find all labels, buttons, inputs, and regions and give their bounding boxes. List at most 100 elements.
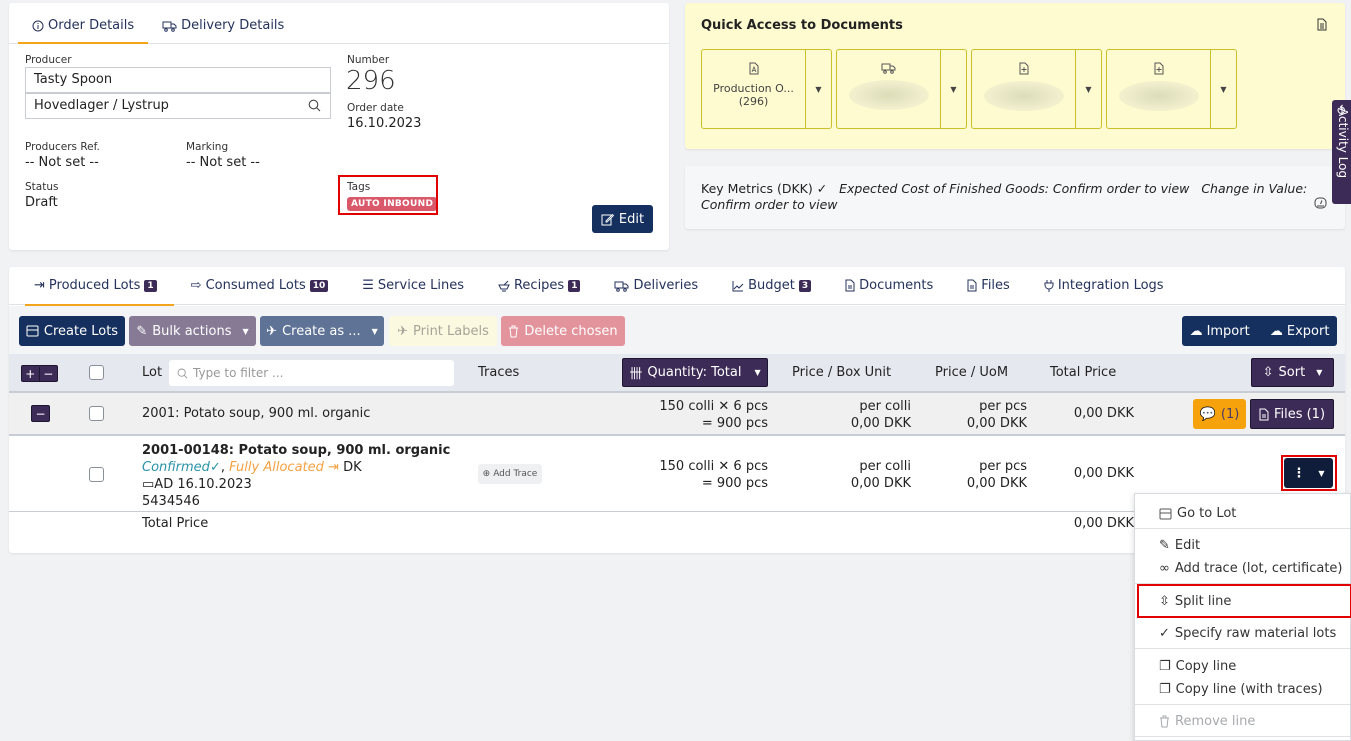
row-price-box: per colli 0,00 DKK: [789, 458, 911, 492]
bulk-actions-button[interactable]: ✎ Bulk actions ▼: [129, 316, 256, 346]
comments-button[interactable]: 💬 (1): [1193, 399, 1246, 429]
quick-access-tile[interactable]: ▼: [836, 49, 967, 129]
print-labels-button[interactable]: ✈ Print Labels: [389, 316, 497, 346]
search-icon[interactable]: [308, 99, 321, 112]
producer-label: Producer: [25, 54, 72, 66]
tab-documents[interactable]: Documents: [828, 267, 950, 305]
price-box-unit: per colli: [859, 459, 911, 474]
quick-access-tile-main[interactable]: Production O... (296): [702, 50, 806, 128]
create-lots-button[interactable]: Create Lots: [19, 316, 125, 346]
group-title: 2001: Potato soup, 900 ml. organic: [142, 406, 371, 421]
activity-log-text: Activity Log: [1336, 108, 1350, 179]
file-icon: [1259, 408, 1269, 421]
group-checkbox[interactable]: [89, 406, 104, 421]
country: DK: [343, 460, 362, 475]
quantity-total-dropdown[interactable]: 卌 Quantity: Total ▼: [622, 358, 768, 387]
price-box-unit: per colli: [859, 399, 911, 414]
delete-chosen-button[interactable]: Delete chosen: [501, 316, 625, 346]
group-price-uom: per pcs 0,00 DKK: [929, 398, 1027, 432]
bulk-actions-label: Bulk actions: [152, 323, 232, 339]
export-label: Export: [1286, 323, 1330, 339]
group-total: 0,00 DKK: [1073, 406, 1134, 421]
blurred-label: [1118, 81, 1199, 111]
document-icon[interactable]: [1317, 18, 1327, 31]
copy-icon: ❐: [1159, 682, 1171, 697]
select-all-checkbox[interactable]: [89, 365, 104, 380]
tab-budget[interactable]: Budget 3: [715, 267, 828, 305]
quick-access-dropdown[interactable]: ▼: [1211, 50, 1236, 128]
quick-access-tile-main[interactable]: [1107, 50, 1211, 128]
menu-item-specify-raw-material-lots[interactable]: ✓ Specify raw material lots: [1159, 626, 1336, 641]
tab-order-details[interactable]: Order Details: [18, 18, 149, 44]
marking-value: -- Not set --: [186, 155, 260, 170]
sort-dropdown[interactable]: ⇳ Sort ▼: [1251, 358, 1334, 387]
row-actions-button[interactable]: ⋮ ▼: [1284, 458, 1333, 488]
menu-item-split-line[interactable]: ⇳ Split line: [1159, 594, 1231, 609]
status-label: Status: [25, 181, 59, 193]
quick-access-dropdown[interactable]: ▼: [1076, 50, 1101, 128]
table-header: + − Lot Type to filter ... Traces 卌 Quanti…: [9, 354, 1345, 393]
quick-access-tile[interactable]: Production O... (296) ▼: [701, 49, 832, 129]
row-actions-menu: Go to Lot ✎ Edit ∞ Add trace (lot, certifi…: [1134, 493, 1351, 741]
marking-label: Marking: [186, 141, 229, 153]
plus-icon[interactable]: +: [22, 366, 40, 381]
tab-produced-lots[interactable]: ⇥ Produced Lots 1: [17, 267, 174, 306]
files-button[interactable]: Files (1): [1250, 399, 1334, 429]
menu-item-add-trace[interactable]: ∞ Add trace (lot, certificate): [1159, 561, 1343, 576]
import-export-group: ☁ Import ☁ Export: [1182, 316, 1337, 346]
menu-item-copy-line-with-traces[interactable]: ❐ Copy line (with traces): [1159, 682, 1323, 697]
tab-deliveries[interactable]: Deliveries: [597, 267, 715, 305]
blurred-label: [983, 81, 1064, 111]
minus-icon[interactable]: −: [40, 367, 57, 381]
expand-collapse-all[interactable]: + −: [21, 365, 58, 382]
tab-consumed-lots[interactable]: ⇨ Consumed Lots 10: [174, 267, 346, 305]
total-price-column-header: Total Price: [1050, 365, 1117, 380]
quick-access-tile-label: Production O...: [713, 82, 794, 95]
quick-access-tile[interactable]: ▼: [971, 49, 1102, 129]
quick-access-dropdown[interactable]: ▼: [806, 50, 831, 128]
import-button[interactable]: ☁ Import: [1190, 324, 1250, 339]
menu-item-edit[interactable]: ✎ Edit: [1159, 538, 1200, 553]
create-as-button[interactable]: ✈ Create as ... ▼: [260, 316, 384, 346]
lot-status: Confirmed✓, Fully Allocated ⇥ DK: [142, 460, 362, 475]
add-trace-button[interactable]: ⊕ Add Trace: [478, 464, 542, 484]
create-lots-label: Create Lots: [43, 323, 119, 339]
lots-toolbar: Create Lots ✎ Bulk actions ▼ ✈ Create as ..…: [9, 306, 1345, 354]
tab-files[interactable]: Files: [950, 267, 1027, 305]
tab-delivery-details[interactable]: Delivery Details: [148, 18, 298, 43]
export-button[interactable]: ☁ Export: [1270, 324, 1330, 339]
menu-item-go-to-lot[interactable]: Go to Lot: [1159, 506, 1236, 521]
quick-access-tile[interactable]: ▼: [1106, 49, 1237, 129]
quick-access-dropdown[interactable]: ▼: [941, 50, 966, 128]
total-price-value: 0,00 DKK: [1073, 516, 1134, 531]
menu-item-label: Specify raw material lots: [1174, 626, 1337, 641]
collapse-group-button[interactable]: −: [31, 405, 50, 422]
tag-badge: AUTO INBOUND: [347, 197, 438, 211]
quick-access-tile-main[interactable]: [972, 50, 1076, 128]
print-labels-label: Print Labels: [413, 323, 489, 339]
edit-button[interactable]: Edit: [592, 205, 653, 233]
truck-icon: [881, 62, 896, 74]
sign-in-icon: ⇥: [34, 278, 45, 293]
tab-count-badge: 1: [568, 279, 581, 292]
mortar-icon: [498, 280, 510, 292]
menu-item-copy-line[interactable]: ❐ Copy line: [1159, 659, 1236, 674]
filter-placeholder: Type to filter ...: [193, 366, 284, 380]
quick-access-title: Quick Access to Documents: [701, 18, 903, 33]
producer-field[interactable]: Tasty Spoon: [25, 67, 331, 93]
gauge-icon[interactable]: [1314, 197, 1327, 209]
lot-filter-input[interactable]: Type to filter ...: [169, 360, 454, 386]
menu-item-label: Split line: [1174, 594, 1232, 609]
lot-title[interactable]: 2001-00148: Potato soup, 900 ml. organic: [142, 442, 450, 459]
row-checkbox[interactable]: [89, 467, 104, 482]
tab-service-lines[interactable]: ☰ Service Lines: [345, 267, 481, 305]
tab-recipes[interactable]: Recipes 1: [481, 267, 598, 305]
quick-access-tile-main[interactable]: [837, 50, 941, 128]
key-metrics-card: Key Metrics (DKK) ✓ Expected Cost of Fin…: [685, 166, 1345, 229]
location-field[interactable]: Hovedlager / Lystrup: [25, 93, 331, 119]
tab-integration-logs[interactable]: Integration Logs: [1027, 267, 1181, 305]
lot-date: ▭AD 16.10.2023: [142, 476, 450, 493]
qty-line2: = 900 pcs: [701, 416, 768, 431]
activity-log-tab[interactable]: ⟲ Activity Log: [1332, 100, 1351, 204]
cloud-upload-icon: ☁: [1189, 323, 1203, 339]
